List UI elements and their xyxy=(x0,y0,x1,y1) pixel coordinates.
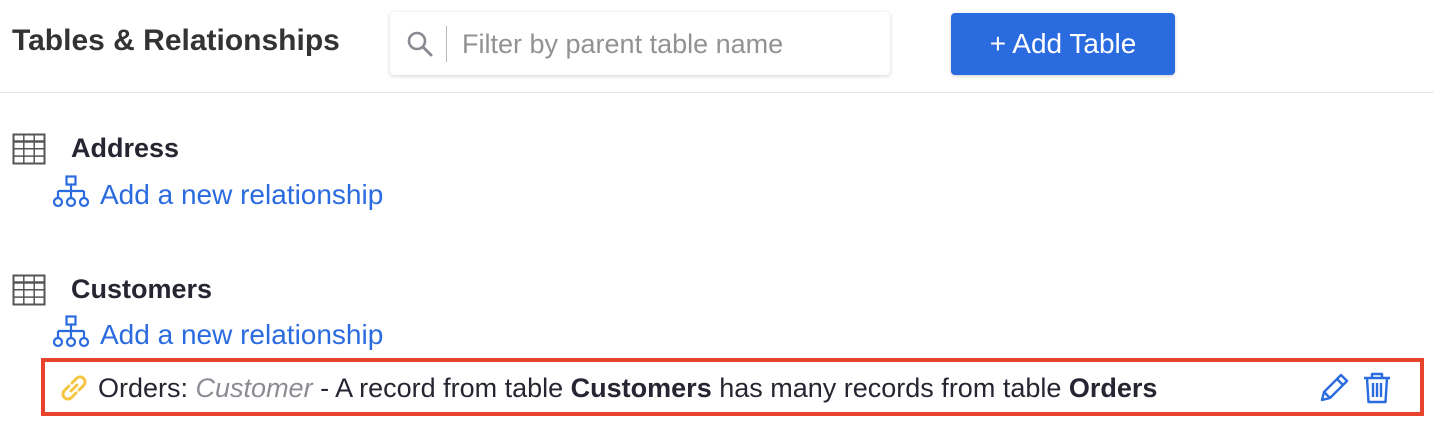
table-icon xyxy=(12,133,46,165)
hierarchy-icon xyxy=(53,175,89,208)
search-icon xyxy=(407,31,433,57)
relationship-column: Customer xyxy=(195,373,313,403)
hierarchy-icon xyxy=(53,315,89,348)
search-divider xyxy=(446,26,447,62)
relationship-parent-table: Customers xyxy=(570,373,712,403)
relationship-desc-2: has many records from table xyxy=(711,373,1069,403)
add-relationship-label: Add a new relationship xyxy=(100,319,384,350)
search-input[interactable] xyxy=(462,24,872,64)
table-name-customers: Customers xyxy=(71,274,213,304)
search-box[interactable] xyxy=(390,12,890,75)
link-icon xyxy=(61,375,87,401)
table-name-address: Address xyxy=(71,133,180,163)
page-title: Tables & Relationships xyxy=(12,24,340,57)
relationship-desc-1: - A record from table xyxy=(312,373,571,403)
relationship-row: Orders: Customer - A record from table C… xyxy=(57,369,1397,409)
relationship-name: Orders: xyxy=(98,373,196,403)
header-bar: Tables & Relationships + Add Table xyxy=(0,0,1434,93)
add-table-button[interactable]: + Add Table xyxy=(951,13,1175,75)
relationship-child-table: Orders xyxy=(1068,373,1158,403)
delete-icon[interactable] xyxy=(1362,371,1392,405)
edit-icon[interactable] xyxy=(1317,371,1351,405)
add-relationship-label: Add a new relationship xyxy=(100,179,384,210)
relationship-text: Orders: Customer - A record from table C… xyxy=(98,373,1157,404)
table-icon xyxy=(12,274,46,306)
